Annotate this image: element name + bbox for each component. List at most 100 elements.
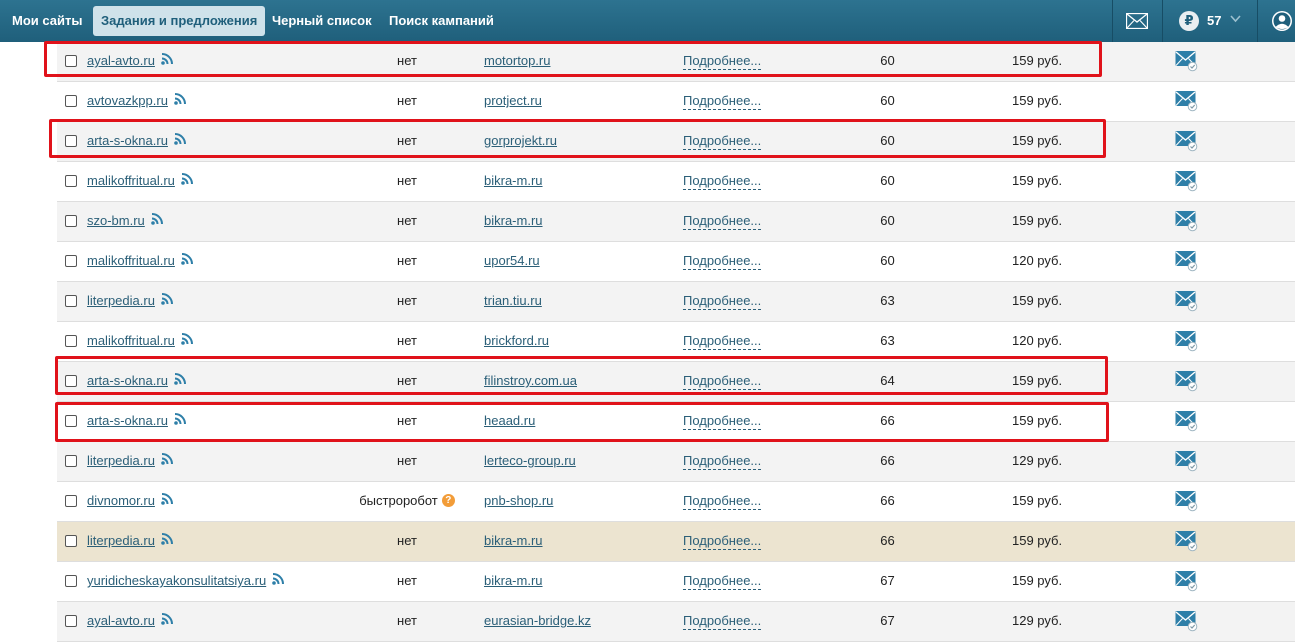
mail-send-icon[interactable]	[1175, 250, 1199, 275]
mail-send-icon[interactable]	[1175, 490, 1199, 515]
row-checkbox[interactable]	[65, 455, 77, 467]
rss-icon[interactable]	[181, 242, 194, 280]
row-checkbox[interactable]	[65, 175, 77, 187]
details-link[interactable]: Подробнее...	[683, 453, 762, 470]
mail-send-icon[interactable]	[1175, 530, 1199, 555]
balance-value[interactable]: 57	[1207, 13, 1221, 28]
mail-send-icon[interactable]	[1175, 610, 1199, 635]
site-link[interactable]: divnomor.ru	[87, 493, 155, 508]
donor-link[interactable]: eurasian-bridge.kz	[484, 613, 591, 628]
rss-icon[interactable]	[181, 162, 194, 200]
site-cell: literpedia.ru	[87, 442, 174, 482]
details-link[interactable]: Подробнее...	[683, 333, 762, 350]
user-icon[interactable]	[1271, 10, 1293, 35]
donor-link[interactable]: bikra-m.ru	[484, 213, 543, 228]
rss-icon[interactable]	[161, 522, 174, 560]
details-link[interactable]: Подробнее...	[683, 573, 762, 590]
mail-icon[interactable]	[1125, 12, 1149, 32]
donor-link[interactable]: brickford.ru	[484, 333, 549, 348]
details-link[interactable]: Подробнее...	[683, 613, 762, 630]
rss-icon[interactable]	[174, 82, 187, 120]
mail-send-icon[interactable]	[1175, 370, 1199, 395]
mail-send-icon[interactable]	[1175, 130, 1199, 155]
mail-send-icon[interactable]	[1175, 570, 1199, 595]
index-status: нет	[397, 453, 417, 468]
donor-link[interactable]: trian.tiu.ru	[484, 293, 542, 308]
rss-icon[interactable]	[161, 442, 174, 480]
number-cell: 63	[880, 293, 895, 308]
row-checkbox[interactable]	[65, 295, 77, 307]
mail-send-icon[interactable]	[1175, 450, 1199, 475]
rss-icon[interactable]	[161, 482, 174, 520]
site-link[interactable]: malikoffritual.ru	[87, 333, 175, 348]
site-link[interactable]: szo-bm.ru	[87, 213, 145, 228]
row-checkbox[interactable]	[65, 575, 77, 587]
question-icon[interactable]: ?	[441, 494, 455, 508]
rss-icon[interactable]	[161, 602, 174, 640]
site-link[interactable]: yuridicheskayakonsulitatsiya.ru	[87, 573, 266, 588]
nav-campaign-search[interactable]: Поиск кампаний	[381, 6, 502, 36]
donor-link[interactable]: protject.ru	[484, 93, 542, 108]
row-checkbox[interactable]	[65, 615, 77, 627]
donor-link[interactable]: upor54.ru	[484, 253, 540, 268]
rss-icon[interactable]	[161, 282, 174, 320]
site-cell: malikoffritual.ru	[87, 242, 194, 282]
site-link[interactable]: malikoffritual.ru	[87, 173, 175, 188]
index-cell: нет	[327, 282, 487, 322]
mail-send-icon[interactable]	[1175, 290, 1199, 315]
mail-send-icon[interactable]	[1175, 50, 1199, 75]
mail-send-icon[interactable]	[1175, 410, 1199, 435]
chevron-down-icon[interactable]	[1230, 14, 1241, 26]
row-checkbox[interactable]	[65, 335, 77, 347]
nav-tasks-offers[interactable]: Задания и предложения	[93, 6, 266, 36]
index-cell: нет	[327, 202, 487, 242]
donor-link[interactable]: pnb-shop.ru	[484, 493, 553, 508]
row-checkbox[interactable]	[65, 255, 77, 267]
donor-link[interactable]: bikra-m.ru	[484, 173, 543, 188]
details-link[interactable]: Подробнее...	[683, 293, 762, 310]
mail-send-icon[interactable]	[1175, 210, 1199, 235]
details-link[interactable]: Подробнее...	[683, 213, 762, 230]
site-link[interactable]: literpedia.ru	[87, 533, 155, 548]
site-cell: avtovazkpp.ru	[87, 82, 187, 122]
mail-send-icon[interactable]	[1175, 170, 1199, 195]
nav-my-sites[interactable]: Мои сайты	[4, 6, 90, 36]
index-cell: нет	[327, 562, 487, 602]
row-checkbox[interactable]	[65, 95, 77, 107]
rss-icon[interactable]	[181, 322, 194, 360]
donor-link[interactable]: lerteco-group.ru	[484, 453, 576, 468]
details-link[interactable]: Подробнее...	[683, 253, 762, 270]
details-link[interactable]: Подробнее...	[683, 533, 762, 550]
mail-send-icon[interactable]	[1175, 90, 1199, 115]
details-link[interactable]: Подробнее...	[683, 173, 762, 190]
rss-icon[interactable]	[272, 562, 285, 600]
annotation-box	[44, 41, 1102, 77]
price-cell: 159 руб.	[1012, 573, 1063, 588]
index-status: нет	[397, 253, 417, 268]
number-cell: 60	[880, 173, 895, 188]
price-cell: 129 руб.	[1012, 453, 1063, 468]
donor-link[interactable]: bikra-m.ru	[484, 533, 543, 548]
details-link[interactable]: Подробнее...	[683, 493, 762, 510]
row-checkbox[interactable]	[65, 215, 77, 227]
donor-cell: bikra-m.ru	[484, 562, 543, 602]
index-cell: нет	[327, 242, 487, 282]
rss-icon[interactable]	[150, 202, 164, 240]
mail-send-icon[interactable]	[1175, 330, 1199, 355]
details-link[interactable]: Подробнее...	[683, 93, 762, 110]
index-cell: нет	[327, 82, 487, 122]
donor-cell: lerteco-group.ru	[484, 442, 576, 482]
annotation-box	[55, 356, 1108, 395]
row-checkbox[interactable]	[65, 535, 77, 547]
ruble-icon: ₽	[1179, 11, 1199, 31]
nav-blacklist[interactable]: Черный список	[264, 6, 380, 36]
site-link[interactable]: ayal-avto.ru	[87, 613, 155, 628]
site-link[interactable]: malikoffritual.ru	[87, 253, 175, 268]
site-link[interactable]: avtovazkpp.ru	[87, 93, 168, 108]
donor-link[interactable]: bikra-m.ru	[484, 573, 543, 588]
price-cell: 159 руб.	[1012, 173, 1063, 188]
site-link[interactable]: literpedia.ru	[87, 293, 155, 308]
donor-cell: trian.tiu.ru	[484, 282, 542, 322]
row-checkbox[interactable]	[65, 495, 77, 507]
site-link[interactable]: literpedia.ru	[87, 453, 155, 468]
